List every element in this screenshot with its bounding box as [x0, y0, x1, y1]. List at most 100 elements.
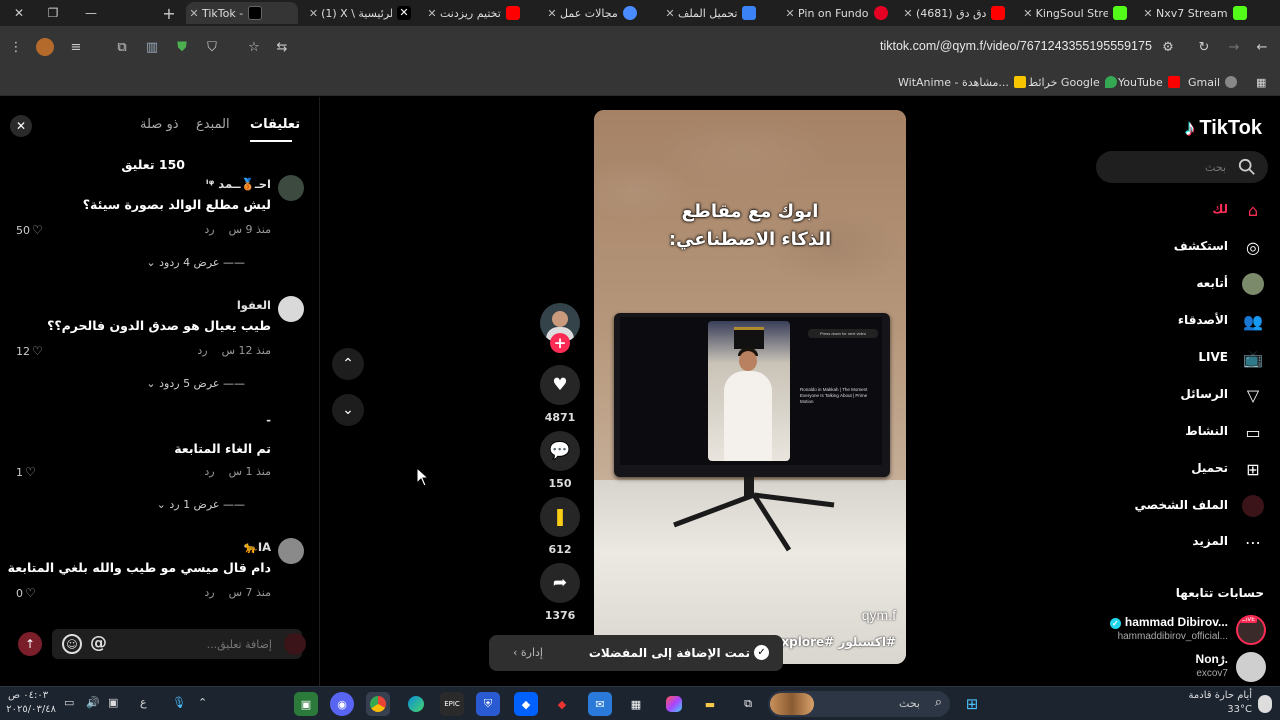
- store-icon[interactable]: ▦: [624, 692, 648, 716]
- bookmark-gmail[interactable]: Gmail: [1188, 73, 1238, 91]
- bookmark-google-maps[interactable]: خرائط Google: [1028, 73, 1117, 91]
- search-input[interactable]: [1126, 159, 1226, 175]
- extensions-icon[interactable]: ⧉: [112, 37, 132, 57]
- nav-explore[interactable]: ◎ استكشف: [1096, 232, 1280, 262]
- avatar[interactable]: [278, 175, 304, 201]
- next-video-button[interactable]: ⌄: [332, 394, 364, 426]
- nav-live[interactable]: 📺 LIVE: [1096, 343, 1280, 373]
- forward-icon[interactable]: →: [1224, 37, 1244, 57]
- tab-comments[interactable]: تعليقات: [250, 117, 300, 132]
- translate-icon[interactable]: ⇆: [272, 37, 292, 57]
- nav-upload[interactable]: ⊞ تحميل: [1096, 454, 1280, 484]
- save-button[interactable]: ❚: [540, 497, 580, 537]
- shield-icon[interactable]: ⛊: [172, 37, 192, 57]
- battery-icon[interactable]: ▭: [64, 696, 74, 709]
- chat-app-icon[interactable]: ▣: [294, 692, 318, 716]
- comment-username[interactable]: العفوا: [237, 298, 271, 312]
- window-close-button[interactable]: ✕: [0, 0, 38, 26]
- tab-pinterest[interactable]: ✕ Pin on Fundo: [782, 2, 894, 24]
- view-replies[interactable]: —— عرض 1 رد ⌄: [157, 498, 245, 511]
- video-player[interactable]: ابوك مع مقاطع الذكاء الاصطناعي: Press do…: [594, 110, 906, 664]
- avatar[interactable]: [278, 538, 304, 564]
- copilot-icon[interactable]: [662, 692, 686, 716]
- back-icon[interactable]: ←: [1252, 37, 1272, 57]
- tab-kick-1[interactable]: ✕ KingSoul Stre: [1020, 2, 1132, 24]
- profile-avatar-icon[interactable]: [36, 38, 54, 56]
- weather-widget[interactable]: أيام حارة قادمة 33°C: [1172, 689, 1272, 719]
- emoji-icon[interactable]: ☺: [62, 634, 82, 654]
- window-restore-button[interactable]: ❐: [34, 0, 72, 26]
- tab-kick-2[interactable]: ✕ Nxv7 Stream: [1140, 2, 1252, 24]
- epic-games-icon[interactable]: EPIC: [440, 692, 464, 716]
- apps-grid-icon[interactable]: ▦: [1256, 73, 1266, 91]
- comment-input[interactable]: [122, 635, 272, 653]
- bookmark-youtube[interactable]: YouTube: [1118, 73, 1180, 91]
- chrome-icon[interactable]: [366, 692, 390, 716]
- vpn-icon[interactable]: ⛨: [476, 692, 500, 716]
- reply-link[interactable]: رد: [204, 586, 214, 599]
- bookmark-star-icon[interactable]: ☆: [244, 37, 264, 57]
- new-tab-button[interactable]: +: [156, 0, 182, 26]
- comment-like[interactable]: 12 ♡: [16, 344, 43, 358]
- reply-link[interactable]: رد: [204, 465, 214, 478]
- comment-username[interactable]: IA🐆: [243, 540, 271, 554]
- tab-gemini[interactable]: ✕ مجالات عمل: [544, 2, 654, 24]
- taskbar-search[interactable]: بحث ⌕: [768, 691, 950, 717]
- tab-close-icon[interactable]: ✕: [900, 7, 916, 20]
- tab-upload[interactable]: ✕ تحميل الملف: [662, 2, 774, 24]
- comment-like[interactable]: 50 ♡: [16, 223, 43, 237]
- tab-youtube-2[interactable]: ✕ (4681) دق دق: [900, 2, 1012, 24]
- nav-profile[interactable]: الملف الشخصي: [1096, 491, 1280, 521]
- start-icon[interactable]: ⊞: [960, 692, 984, 716]
- system-clock[interactable]: ٠٤:٠٣ ص ٢٠٢٥/٠٣/٤٨: [6, 689, 56, 717]
- input-language[interactable]: ع: [140, 696, 147, 709]
- close-comments-button[interactable]: ✕: [10, 115, 32, 137]
- menu-dots-icon[interactable]: ⋮: [6, 37, 26, 57]
- followed-account[interactable]: LIVE ✓ hammad Dibirov... hammaddibirov_of…: [1096, 613, 1280, 649]
- edge-icon[interactable]: [404, 692, 428, 716]
- follow-plus-button[interactable]: +: [550, 333, 570, 353]
- followed-account[interactable]: Nonژ. excov7: [1096, 650, 1280, 686]
- search-icon[interactable]: [1238, 158, 1256, 176]
- volume-icon[interactable]: 🔊: [86, 696, 100, 709]
- reply-link[interactable]: رد: [197, 344, 207, 357]
- comment-username[interactable]: -: [266, 413, 271, 427]
- view-replies[interactable]: —— عرض 5 ردود ⌄: [146, 377, 245, 390]
- tiktok-logo[interactable]: ♪ TikTok: [1184, 115, 1262, 141]
- mail-icon[interactable]: ✉: [588, 692, 612, 716]
- tab-close-icon[interactable]: ✕: [544, 7, 560, 20]
- task-view-icon[interactable]: ⧉: [736, 692, 760, 716]
- tab-close-icon[interactable]: ✕: [424, 7, 440, 20]
- extension-icon[interactable]: ▥: [142, 37, 162, 57]
- comment-username[interactable]: احـ🥉ــمد ᴵᵠ: [206, 177, 271, 191]
- share-button[interactable]: ➦: [540, 563, 580, 603]
- tab-close-icon[interactable]: ✕: [306, 7, 321, 20]
- microphone-icon[interactable]: 🎙: [172, 696, 186, 709]
- comment-button[interactable]: 💬: [540, 431, 580, 471]
- tab-close-icon[interactable]: ✕: [1020, 7, 1036, 20]
- reload-icon[interactable]: ↻: [1194, 37, 1214, 57]
- tab-related[interactable]: ذو صلة: [140, 117, 179, 132]
- network-icon[interactable]: ▣: [108, 696, 118, 709]
- tab-creator[interactable]: المبدع: [196, 117, 230, 132]
- tab-youtube-1[interactable]: ✕ تختيم ريزدنت: [424, 2, 534, 24]
- avatar[interactable]: [278, 296, 304, 322]
- nav-more[interactable]: ⋯ المزيد: [1096, 527, 1280, 557]
- tray-expand-icon[interactable]: ⌃: [198, 696, 207, 709]
- window-minimize-button[interactable]: —: [72, 0, 110, 26]
- nav-activity[interactable]: ▭ النشاط: [1096, 417, 1280, 447]
- tab-close-icon[interactable]: ✕: [782, 7, 798, 20]
- tab-tiktok[interactable]: ✕ TikTok -: [186, 2, 298, 24]
- file-explorer-icon[interactable]: ▬: [698, 692, 722, 716]
- manage-favorites-link[interactable]: إدارة ›: [513, 646, 543, 659]
- view-replies[interactable]: —— عرض 4 ردود ⌄: [146, 256, 245, 269]
- bookmark-witanime[interactable]: WitAnime - مشاهدة...: [898, 73, 1026, 91]
- url-field[interactable]: tiktok.com/@qym.f/video/7671243355195559…: [880, 39, 1152, 53]
- media-queue-icon[interactable]: ≡: [66, 37, 86, 57]
- tab-x[interactable]: ✕ (1) X \ الرئيسية ✕: [306, 2, 416, 24]
- nav-messages[interactable]: ▽ الرسائل: [1096, 380, 1280, 410]
- tab-close-icon[interactable]: ✕: [186, 7, 202, 20]
- anydesk-icon[interactable]: ◆: [550, 692, 574, 716]
- discord-icon[interactable]: ◉: [330, 692, 354, 716]
- like-button[interactable]: ♥: [540, 365, 580, 405]
